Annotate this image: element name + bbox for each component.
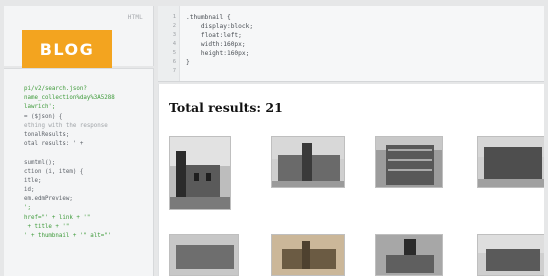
css-line: 1 .thumbnail { <box>158 13 544 22</box>
js-line: em.edmPreview; <box>24 196 73 203</box>
js-line: tonalResults; <box>24 131 70 138</box>
line-number: 5 <box>172 50 176 56</box>
line-number: 7 <box>172 68 176 74</box>
css-line: 2 display:block; <box>158 22 544 31</box>
code-text: width:160px; <box>186 41 246 48</box>
js-line: ' + thumbnail + '" alt="' <box>24 233 112 239</box>
css-editor-panel[interactable]: 1 .thumbnail { 2 display:block; 3 float:l… <box>158 6 544 82</box>
thumbnail-palace[interactable] <box>271 136 345 188</box>
thumbnail-building[interactable] <box>477 136 544 188</box>
thumbnail-church[interactable] <box>375 234 443 276</box>
css-line: 3 float:left; <box>158 31 544 40</box>
js-line: otal results: ' + <box>24 141 84 148</box>
js-line: ething with the response <box>24 122 108 129</box>
css-line: 6} <box>158 58 544 67</box>
js-line: id; <box>24 187 35 194</box>
js-line: href="' + link + '" <box>24 214 91 221</box>
js-line: pi/v2/search.json? <box>24 86 87 92</box>
css-line: 7 <box>158 67 544 76</box>
line-number: 1 <box>172 14 176 20</box>
js-line <box>4 149 153 158</box>
code-text: display:block; <box>186 23 254 30</box>
js-line: lawrich'; <box>24 104 56 111</box>
css-code: 1 .thumbnail { 2 display:block; 3 float:l… <box>158 13 544 76</box>
thumbnail-tower[interactable] <box>169 136 231 210</box>
code-text: .thumbnail { <box>186 14 231 21</box>
js-line: name_collection%day%3A5288 <box>24 95 115 102</box>
thumbnail-sepia[interactable] <box>271 234 345 276</box>
js-line: ction (i, item) { <box>24 168 84 175</box>
line-number: 3 <box>172 32 176 38</box>
blog-badge: BLOG <box>22 30 112 68</box>
code-text: } <box>186 59 190 66</box>
html-panel-tag: HTML <box>127 14 143 21</box>
line-number: 6 <box>172 59 176 65</box>
code-text: height:160px; <box>186 50 250 57</box>
js-editor-panel[interactable]: pi/v2/search.json? name_collection%day%3… <box>4 68 154 276</box>
js-line: = ($json) { <box>24 113 63 120</box>
js-line: '; <box>24 205 31 212</box>
js-line: itle; <box>24 177 42 184</box>
line-number: 4 <box>172 41 176 47</box>
code-text: float:left; <box>186 32 242 39</box>
thumbnail-hotel[interactable] <box>375 136 443 188</box>
js-line: sumtml(); <box>24 159 56 166</box>
line-number: 2 <box>172 23 176 29</box>
thumbnail-square[interactable] <box>477 234 544 276</box>
js-line: + title + '" <box>24 223 70 230</box>
thumbnail-street[interactable] <box>169 234 239 276</box>
css-line: 5 height:160px; <box>158 49 544 58</box>
total-results-heading: Total results: 21 <box>169 100 283 115</box>
css-line: 4 width:160px; <box>158 40 544 49</box>
result-panel: Total results: 21 <box>158 84 544 276</box>
